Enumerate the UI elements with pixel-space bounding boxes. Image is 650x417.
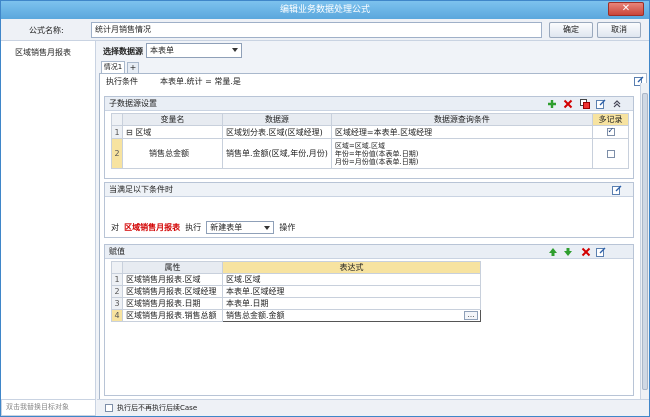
exec-condition-value: 本表单.统计 = 常量.是 [160,77,241,86]
cancel-button[interactable]: 取消 [597,22,641,38]
property-cell[interactable]: 区域销售月报表.区域经理 [122,285,223,298]
table-row[interactable]: 3 区域销售月报表.日期 本表单.日期 [111,297,481,310]
edit-icon[interactable] [596,247,606,257]
exec-condition-label: 执行条件 [106,77,138,86]
formula-name-input[interactable]: 统计月销售情况 [91,22,542,38]
move-up-icon[interactable] [548,247,558,257]
vertical-scrollbar[interactable] [640,83,649,399]
formula-editor: 选择数据源 本表单 情况1 + 执行条件 本表单.统计 = 常量.是 子数据源设… [97,41,649,403]
delete-icon[interactable] [581,247,591,257]
ok-button[interactable]: 确定 [549,22,593,38]
datasource-label: 选择数据源 [103,47,143,56]
col-header-datasource: 数据源 [222,113,332,126]
edit-icon[interactable] [612,185,622,195]
window-title: 编辑业务数据处理公式 [279,5,370,15]
dialog-window: 编辑业务数据处理公式 ✕ 公式名称: 统计月销售情况 确定 取消 区域销售月报表… [0,0,650,417]
target-object-list: 区域销售月报表 [1,41,96,403]
target-form-name: 区域销售月报表 [124,223,181,232]
target-search-input[interactable]: 双击我替换目标对象 [1,399,96,416]
collapse-icon[interactable] [612,99,622,109]
expression-editor[interactable]: 销售总金额.金额 … [222,309,481,322]
col-header-query: 数据源查询条件 [330,113,594,126]
delete-icon[interactable] [563,99,573,109]
assignment-table: 属性 表达式 1 区域销售月报表.区域 区域.区域 2 区域销售月报表.区域经理… [111,261,481,322]
formula-name-label: 公式名称: [29,26,64,35]
query-cell[interactable]: 区域=区域.区域 年份=年份值(本表单.日期) 月份=月份值(本表单.日期) [330,138,594,169]
expression-cell[interactable]: 本表单.日期 [222,297,481,310]
add-icon[interactable] [547,99,557,109]
multi-record-checkbox[interactable] [606,149,615,158]
chevron-down-icon [232,48,238,52]
ellipsis-button[interactable]: … [464,311,478,320]
table-row[interactable]: 1 ⊟ 区域 区域划分表.区域(区域经理) 区域经理=本表单.区域经理 [111,125,629,139]
chevron-down-icon [264,226,271,230]
datasource-cell[interactable]: 销售单.金额(区域,年份,月份) [222,138,332,169]
var-name-cell[interactable]: 销售总金额 [122,138,223,169]
case-content: 执行条件 本表单.统计 = 常量.是 子数据源设置 变量名 数据源 数据源查询条… [99,73,647,400]
stop-after-exec-checkbox[interactable] [105,404,113,412]
table-row[interactable]: 2 销售总金额 销售单.金额(区域,年份,月份) 区域=区域.区域 年份=年份值… [111,138,629,169]
operation-select[interactable]: 新建表单 [206,221,275,234]
col-header-expression: 表达式 [222,261,481,274]
target-object-item[interactable]: 区域销售月报表 [15,47,71,58]
expression-cell[interactable]: 本表单.区域经理 [222,285,481,298]
var-name-cell[interactable]: ⊟ 区域 [122,125,223,139]
query-cell[interactable]: 区域经理=本表单.区域经理 [330,125,594,139]
stop-after-exec-label: 执行后不再执行后续Case [117,404,198,412]
property-cell[interactable]: 区域销售月报表.区域 [122,273,223,286]
formula-name-row: 公式名称: 统计月销售情况 确定 取消 [1,19,649,41]
add-tab-button[interactable]: + [127,62,139,73]
scrollbar-thumb[interactable] [642,93,648,390]
table-row[interactable]: 4 区域销售月报表.销售总额 销售总金额.金额 … [111,309,481,322]
datasource-select[interactable]: 本表单 [146,43,242,58]
assignment-group: 赋值 属性 表达式 1 区域销售月报表.区域 区域.区域 2 区域销售月报表.区… [104,244,634,396]
multi-record-checkbox[interactable] [606,126,615,136]
condition-group: 当满足以下条件时 对 区域销售月报表 执行 新建表单 操作 [104,182,634,238]
table-row[interactable]: 1 区域销售月报表.区域 区域.区域 [111,273,481,286]
table-row[interactable]: 2 区域销售月报表.区域经理 本表单.区域经理 [111,285,481,298]
sub-datasource-table: 变量名 数据源 数据源查询条件 多记录 1 ⊟ 区域 区域划分表.区域(区域经理… [111,113,629,169]
datasource-cell[interactable]: 区域划分表.区域(区域经理) [222,125,332,139]
sub-datasource-group: 子数据源设置 变量名 数据源 数据源查询条件 多记录 1 ⊟ 区域 区域划分表.… [104,96,634,179]
edit-icon[interactable] [596,99,606,109]
tab-case-1[interactable]: 情况1 [101,61,125,73]
action-line: 对 区域销售月报表 执行 新建表单 操作 [111,221,296,234]
expression-cell[interactable]: 区域.区域 [222,273,481,286]
condition-title: 当满足以下条件时 [105,183,633,197]
property-cell[interactable]: 区域销售月报表.日期 [122,297,223,310]
close-button[interactable]: ✕ [608,2,644,16]
copy-icon[interactable] [580,99,590,109]
col-header-property: 属性 [122,261,223,274]
property-cell[interactable]: 区域销售月报表.销售总额 [122,309,223,322]
col-header-multi: 多记录 [592,113,629,126]
move-down-icon[interactable] [563,247,573,257]
bottom-bar: 执行后不再执行后续Case [97,399,649,416]
col-header-varname: 变量名 [122,113,223,126]
title-bar: 编辑业务数据处理公式 ✕ [1,1,649,19]
